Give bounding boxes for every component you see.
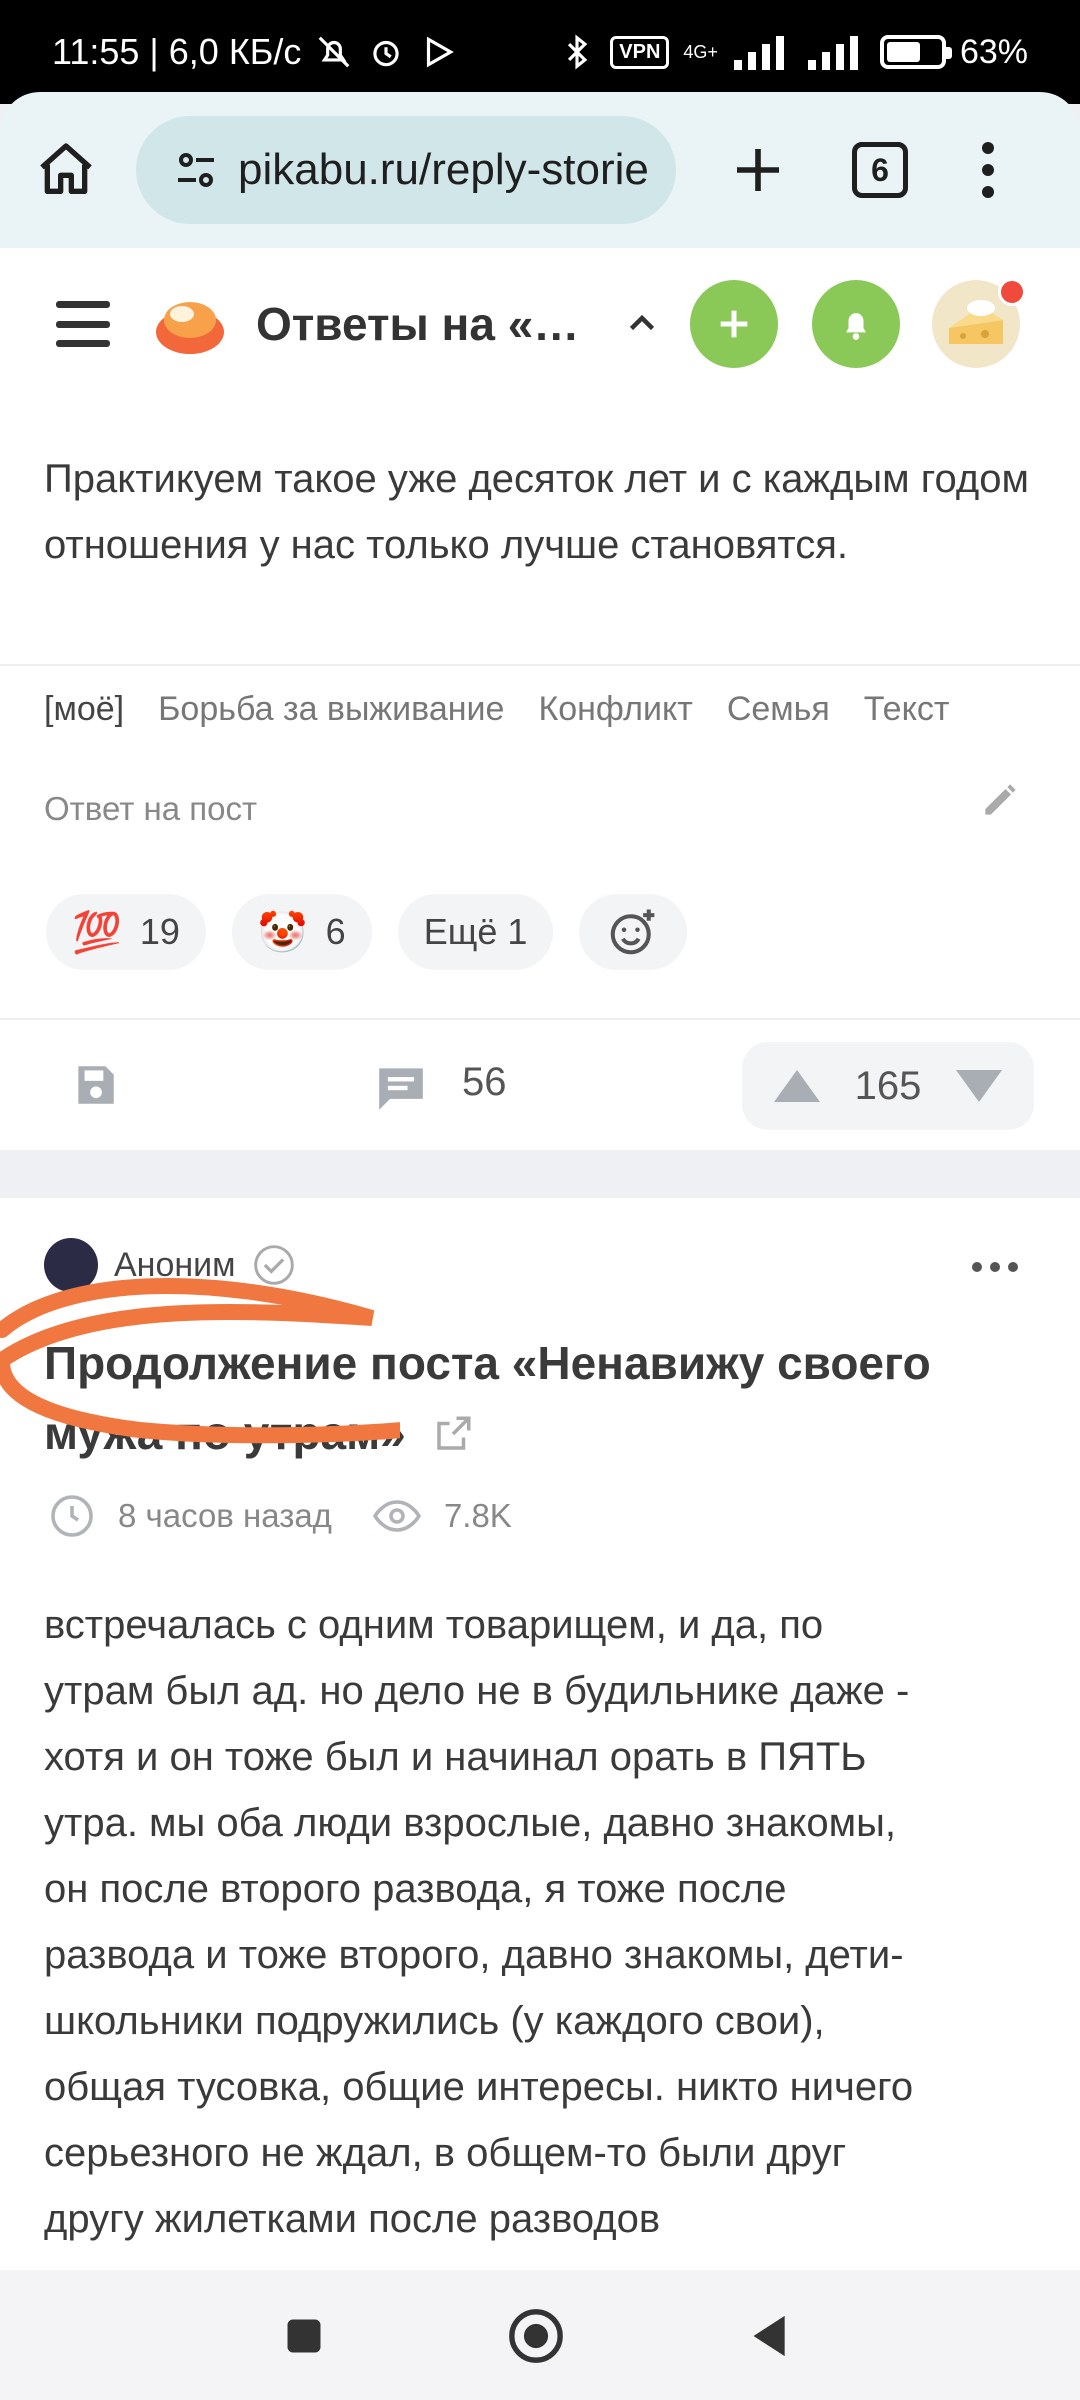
post-title[interactable]: Продолжение поста «Ненавижу своего мужа … [44,1328,1024,1468]
post-body: встречалась с одним товарищем, и да, по … [44,1592,1054,2252]
cheese-avatar-icon [949,300,1003,344]
body-line: утра. мы оба люди взрослые, давно знаком… [44,1801,896,1845]
tag[interactable]: Борьба за выживание [158,690,504,729]
reactions-row: 💯 19 🤡 6 Ещё 1 [46,894,688,970]
site-settings-icon[interactable] [172,146,220,194]
plus-icon [737,149,779,191]
page-title[interactable]: Ответы на «Ненавижу своего мужа по утрам… [256,297,606,351]
clock-icon [51,1495,93,1537]
browser-menu-button[interactable] [978,134,998,206]
chevron-up-icon[interactable] [624,306,660,342]
mute-icon [319,36,350,68]
rating-value: 165 [854,1063,922,1108]
recents-button[interactable] [274,2306,334,2366]
post-time: 8 часов назад [118,1497,332,1534]
divider [0,664,1080,666]
author-row: Аноним [44,1238,296,1292]
vpn-badge: VPN [610,35,670,69]
browser-toolbar: pikabu.ru/reply-storie 6 [0,92,1080,248]
upvote-icon[interactable] [772,1068,822,1104]
rating-block: 165 [742,1042,1034,1130]
reaction-clown[interactable]: 🤡 6 [231,894,372,970]
post-actions: 56 165 [0,1020,1080,1150]
post-card-1: Практикуем такое уже десяток лет и с каж… [0,400,1080,1150]
body-line: серьезного не ждал, в общем-то были друг [44,2131,847,2175]
reaction-count: 19 [139,911,180,952]
bluetooth-icon [568,34,588,70]
body-line: общая тусовка, общие интересы. никто нич… [44,2065,914,2109]
system-nav-bar [0,2270,1080,2400]
eye-icon [372,1500,422,1532]
author-name[interactable]: Аноним [114,1246,236,1285]
plus-icon [720,310,748,338]
pikabu-logo[interactable] [150,284,230,364]
verified-check-icon [253,1245,294,1285]
notification-dot [998,278,1026,306]
square-icon [287,2319,321,2353]
url-text: pikabu.ru/reply-storie [238,145,649,194]
tags-row: [моё] Борьба за выживание Конфликт Семья… [44,690,949,729]
body-line: встречалась с одним товарищем, и да, по [44,1603,824,1647]
reaction-count: 6 [325,911,346,952]
save-icon[interactable] [70,1060,120,1110]
body-line: хотя и он тоже был и начинал орать в ПЯТ… [44,1735,867,1779]
circle-icon [509,2309,563,2363]
body-line: школьники подружились (у каждого свои), [44,1999,825,2043]
home-nav-button[interactable] [506,2306,566,2366]
external-link-icon[interactable] [432,1413,474,1455]
status-bar: 11:55 | 6,0 КБ/с VPN 4G+ 63% [0,0,1080,104]
body-line: утрам был ад. но дело не в будильнике да… [44,1669,910,1713]
tag[interactable]: Конфликт [538,690,692,729]
comment-icon[interactable] [374,1064,428,1112]
reply-to-post-link[interactable]: Ответ на пост [44,790,257,828]
network-type: 4G+ [683,42,718,62]
battery-icon [879,35,952,69]
body-line: развода и тоже второго, давно знакомы, д… [44,1933,904,1977]
author-avatar[interactable] [44,1238,98,1292]
more-options-icon[interactable] [972,1262,1018,1272]
notifications-button[interactable] [812,280,900,368]
post-title-text[interactable]: Продолжение поста «Ненавижу своего мужа … [44,1337,931,1459]
body-line: другу жилетками после разводов [44,2197,661,2241]
pencil-icon[interactable] [978,778,1022,822]
downvote-icon[interactable] [954,1068,1004,1104]
bell-icon [846,313,866,340]
signal-icon [733,36,784,70]
hamburger-menu-icon[interactable] [56,301,110,347]
battery-percent: 63% [959,32,1028,71]
clown-icon: 🤡 [257,910,308,955]
url-bar[interactable]: pikabu.ru/reply-storie [136,116,676,224]
status-time: 11:55 | 6,0 КБ/с [52,31,302,72]
tag[interactable]: Семья [727,690,830,729]
user-avatar[interactable] [932,278,1026,368]
comments-count[interactable]: 56 [462,1060,507,1105]
add-post-button[interactable] [690,280,778,368]
signal-icon-2 [807,36,858,70]
alarm-icon [373,40,400,67]
home-button[interactable] [30,134,102,206]
site-header: Ответы на «Ненавижу своего мужа по утрам… [0,248,1080,400]
post-text: Практикуем такое уже десяток лет и с каж… [44,457,1029,567]
views-count: 7.8K [443,1497,512,1534]
reaction-100[interactable]: 💯 19 [46,894,206,970]
tag-mine[interactable]: [моё] [44,690,124,729]
new-tab-button[interactable] [722,134,794,206]
body-line: он после второго развода, я тоже после [44,1867,787,1911]
more-reactions-button[interactable]: Ещё 1 [397,894,554,970]
add-reaction-button[interactable] [579,894,688,970]
home-icon [40,143,92,194]
smiley-plus-icon [611,909,655,955]
back-triangle-icon [753,2315,785,2357]
play-icon [427,36,455,68]
hundred-points-icon: 💯 [72,910,122,955]
tab-switcher-button[interactable]: 6 [852,142,908,198]
back-button[interactable] [740,2306,800,2366]
tag[interactable]: Текст [864,690,950,729]
post-card-2: Аноним Продолжение поста «Ненавижу своег… [0,1198,1080,2270]
post-meta: 8 часов назад 7.8K [48,1492,512,1540]
